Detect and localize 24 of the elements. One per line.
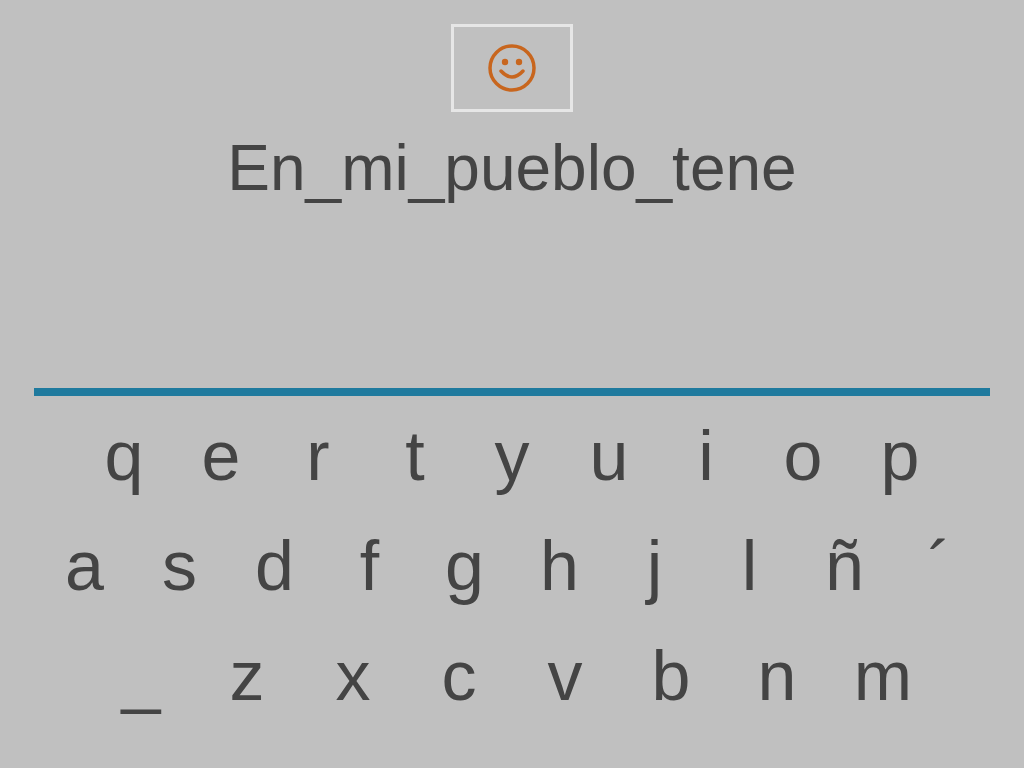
smiley-icon xyxy=(487,43,537,93)
keyboard-key[interactable]: d xyxy=(227,530,322,602)
keyboard-key[interactable]: a xyxy=(37,530,132,602)
keyboard-key[interactable]: m xyxy=(830,640,936,712)
keyboard-key[interactable]: e xyxy=(172,420,270,492)
hint-button[interactable] xyxy=(451,24,573,112)
keyboard-key[interactable]: t xyxy=(366,420,464,492)
keyboard-key[interactable]: x xyxy=(300,640,406,712)
keyboard-key[interactable]: r xyxy=(269,420,367,492)
keyboard-key[interactable]: v xyxy=(512,640,618,712)
keyboard-key[interactable]: u xyxy=(560,420,658,492)
keyboard-key[interactable]: b xyxy=(618,640,724,712)
keyboard-key[interactable]: z xyxy=(194,640,300,712)
keyboard-key[interactable]: i xyxy=(657,420,755,492)
keyboard-key[interactable]: f xyxy=(322,530,417,602)
keyboard-key[interactable]: o xyxy=(754,420,852,492)
keyboard-key[interactable]: ´ xyxy=(892,530,987,602)
keyboard-key[interactable]: l xyxy=(702,530,797,602)
keyboard-key[interactable]: h xyxy=(512,530,607,602)
keyboard-key[interactable]: s xyxy=(132,530,227,602)
keyboard-key[interactable]: c xyxy=(406,640,512,712)
keyboard-key[interactable]: n xyxy=(724,640,830,712)
keyboard-key[interactable]: ñ xyxy=(797,530,892,602)
keyboard-key[interactable]: _ xyxy=(88,640,194,712)
